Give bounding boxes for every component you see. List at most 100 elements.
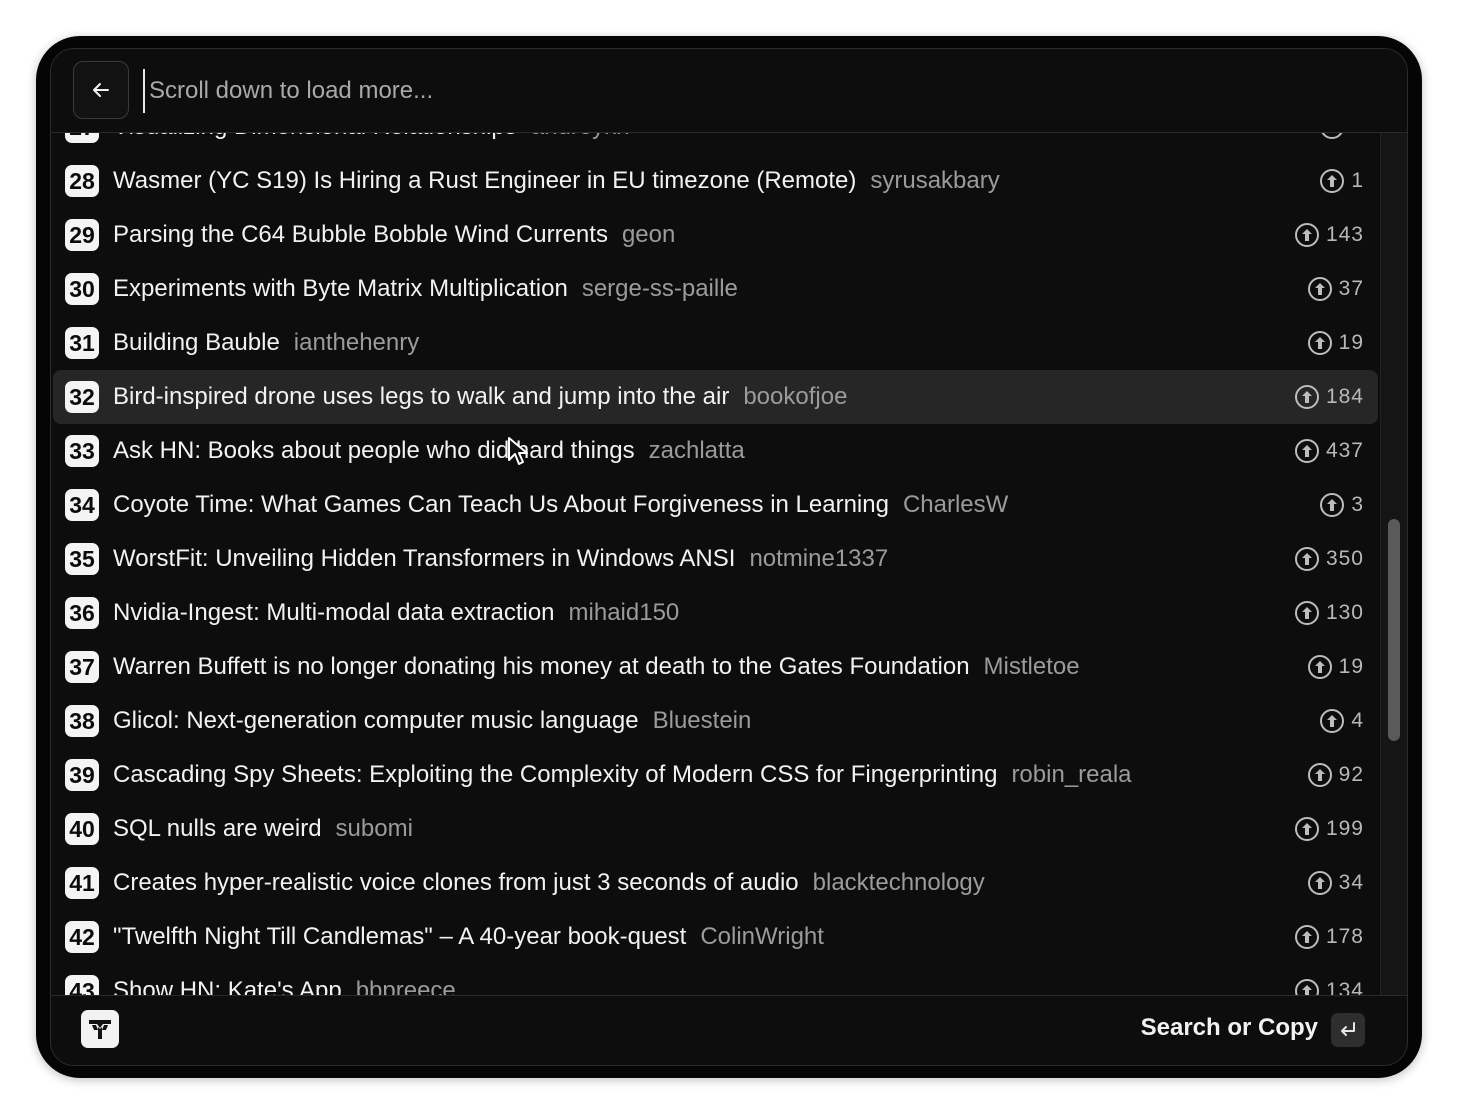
story-title: Nvidia-Ingest: Multi-modal data extracti… [113,599,555,626]
story-title: Cascading Spy Sheets: Exploiting the Com… [113,761,998,788]
rank-badge: 36 [65,597,99,629]
story-author: CharlesW [902,491,1009,518]
upvote-arrow-icon [1320,709,1345,733]
score: 199 [1294,802,1364,856]
score: 1 [1319,154,1364,208]
primary-action-label[interactable]: Search or Copy [1141,1014,1318,1042]
rank-badge: 37 [65,651,99,683]
upvote-arrow-icon [1307,871,1332,895]
upvote-arrow-icon [1307,655,1332,679]
rank-badge: 40 [65,813,99,845]
story-row[interactable]: 34 Coyote Time: What Games Can Teach Us A… [53,478,1378,532]
mouse-pointer-icon [508,437,528,465]
score-value: 437 [1325,439,1364,462]
story-row[interactable]: 39 Cascading Spy Sheets: Exploiting the C… [53,748,1378,802]
launcher-window: 27Visualizing Dimensional Relationshipsa… [50,48,1408,1066]
story-row[interactable]: 42 "Twelfth Night Till Candlemas" – A 40-… [53,910,1378,964]
rank-badge: 34 [65,489,99,521]
score: 3 [1319,478,1364,532]
story-row[interactable]: 40 SQL nulls are weird subomi 199 [53,802,1378,856]
arrow-left-icon [93,83,109,97]
search-header [51,49,1407,133]
story-row[interactable]: 28 Wasmer (YC S19) Is Hiring a Rust Engin… [53,154,1378,208]
rank-badge: 33 [65,435,99,467]
score: 34 [1307,856,1364,910]
story-title: Creates hyper-realistic voice clones fro… [113,869,799,896]
search-input[interactable] [143,69,1349,113]
story-row[interactable]: 29 Parsing the C64 Bubble Bobble Wind Cur… [53,208,1378,262]
score: 178 [1294,910,1364,964]
story-author: bookofjoe [743,383,848,410]
story-row[interactable]: 38 Glicol: Next-generation computer music… [53,694,1378,748]
score: 130 [1294,586,1364,640]
action-bar: Search or Copy [51,995,1407,1065]
upvote-arrow-icon [1294,925,1319,949]
story-author: Bluestein [652,707,752,734]
story-title: Coyote Time: What Games Can Teach Us Abo… [113,491,889,518]
story-author: robin_reala [1011,761,1132,788]
rank-badge: 35 [65,543,99,575]
enter-key-icon[interactable] [1331,1013,1365,1047]
score: 19 [1307,640,1364,694]
story-row[interactable]: 41 Creates hyper-realistic voice clones f… [53,856,1378,910]
story-author: notmine1337 [749,545,889,572]
score-value: 37 [1338,277,1364,300]
raycast-logo-icon[interactable] [81,1010,119,1048]
upvote-arrow-icon [1294,385,1319,409]
story-author: ColinWright [700,923,824,950]
story-title: Warren Buffett is no longer donating his… [113,653,970,680]
score-value: 92 [1338,763,1364,786]
story-row[interactable]: 33 Ask HN: Books about people who did har… [53,424,1378,478]
score-value: 178 [1325,925,1364,948]
rank-badge: 42 [65,921,99,953]
score-value: 19 [1338,655,1364,678]
story-title: WorstFit: Unveiling Hidden Transformers … [113,545,736,572]
story-author: serge-ss-paille [581,275,738,302]
rank-badge: 29 [65,219,99,251]
story-title: Wasmer (YC S19) Is Hiring a Rust Enginee… [113,167,857,194]
score: 4 [1319,694,1364,748]
score-value: 19 [1338,331,1364,354]
score-value: 3 [1351,493,1364,516]
score-value: 4 [1351,709,1364,732]
score: 184 [1294,370,1364,424]
story-title: "Twelfth Night Till Candlemas" – A 40-ye… [113,923,687,950]
rank-badge: 38 [65,705,99,737]
story-author: mihaid150 [568,599,680,626]
story-row[interactable]: 30 Experiments with Byte Matrix Multiplic… [53,262,1378,316]
story-row[interactable]: 31 Building Bauble ianthehenry 19 [53,316,1378,370]
upvote-arrow-icon [1294,601,1319,625]
story-title: SQL nulls are weird [113,815,322,842]
return-arrow-icon [1341,1022,1355,1036]
upvote-arrow-icon [1294,223,1319,247]
story-title: Building Bauble [113,329,280,356]
rank-badge: 30 [65,273,99,305]
story-list: 27Visualizing Dimensional Relationshipsa… [51,49,1407,1007]
scrollbar-thumb[interactable] [1388,519,1400,741]
story-author: blacktechnology [812,869,985,896]
upvote-arrow-icon [1320,493,1345,517]
score-value: 130 [1325,601,1364,624]
score: 92 [1307,748,1364,802]
upvote-arrow-icon [1294,817,1319,841]
rank-badge: 31 [65,327,99,359]
story-title: Ask HN: Books about people who did hard … [113,437,635,464]
upvote-arrow-icon [1307,763,1332,787]
back-button[interactable] [73,61,129,119]
story-author: ianthehenry [293,329,420,356]
upvote-arrow-icon [1294,439,1319,463]
story-row[interactable]: 35 WorstFit: Unveiling Hidden Transformer… [53,532,1378,586]
story-title: Glicol: Next-generation computer music l… [113,707,639,734]
story-row[interactable]: 37 Warren Buffett is no longer donating h… [53,640,1378,694]
score: 19 [1307,316,1364,370]
story-author: geon [621,221,676,248]
story-author: Mistletoe [983,653,1080,680]
story-row[interactable]: 36 Nvidia-Ingest: Multi-modal data extrac… [53,586,1378,640]
score: 37 [1307,262,1364,316]
rank-badge: 39 [65,759,99,791]
score-value: 199 [1325,817,1364,840]
score-value: 350 [1325,547,1364,570]
upvote-arrow-icon [1307,331,1332,355]
scrollbar[interactable] [1380,133,1407,995]
story-row[interactable]: 32 Bird-inspired drone uses legs to walk … [53,370,1378,424]
